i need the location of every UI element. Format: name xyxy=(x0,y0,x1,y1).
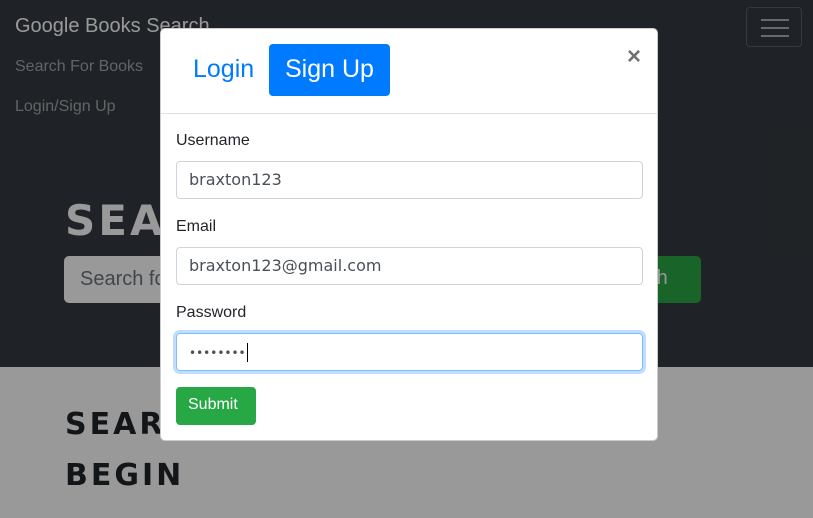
password-label: Password xyxy=(176,304,247,321)
auth-modal: Login Sign Up × Username braxton123 Emai… xyxy=(160,28,658,441)
submit-button[interactable]: Submit xyxy=(176,387,256,425)
text-caret xyxy=(246,343,248,362)
tab-login[interactable]: Login xyxy=(177,44,270,96)
modal-header: Login Sign Up × xyxy=(161,29,657,114)
email-field[interactable]: braxton123@gmail.com xyxy=(176,247,643,285)
username-label: Username xyxy=(176,132,250,149)
email-value: braxton123@gmail.com xyxy=(189,256,382,275)
username-value: braxton123 xyxy=(189,170,282,189)
password-value: •••••••• xyxy=(189,346,246,360)
password-field[interactable]: •••••••• xyxy=(176,333,643,371)
tab-signup[interactable]: Sign Up xyxy=(269,44,390,96)
close-icon[interactable]: × xyxy=(627,43,641,71)
username-field[interactable]: braxton123 xyxy=(176,161,643,199)
email-label: Email xyxy=(176,218,217,235)
